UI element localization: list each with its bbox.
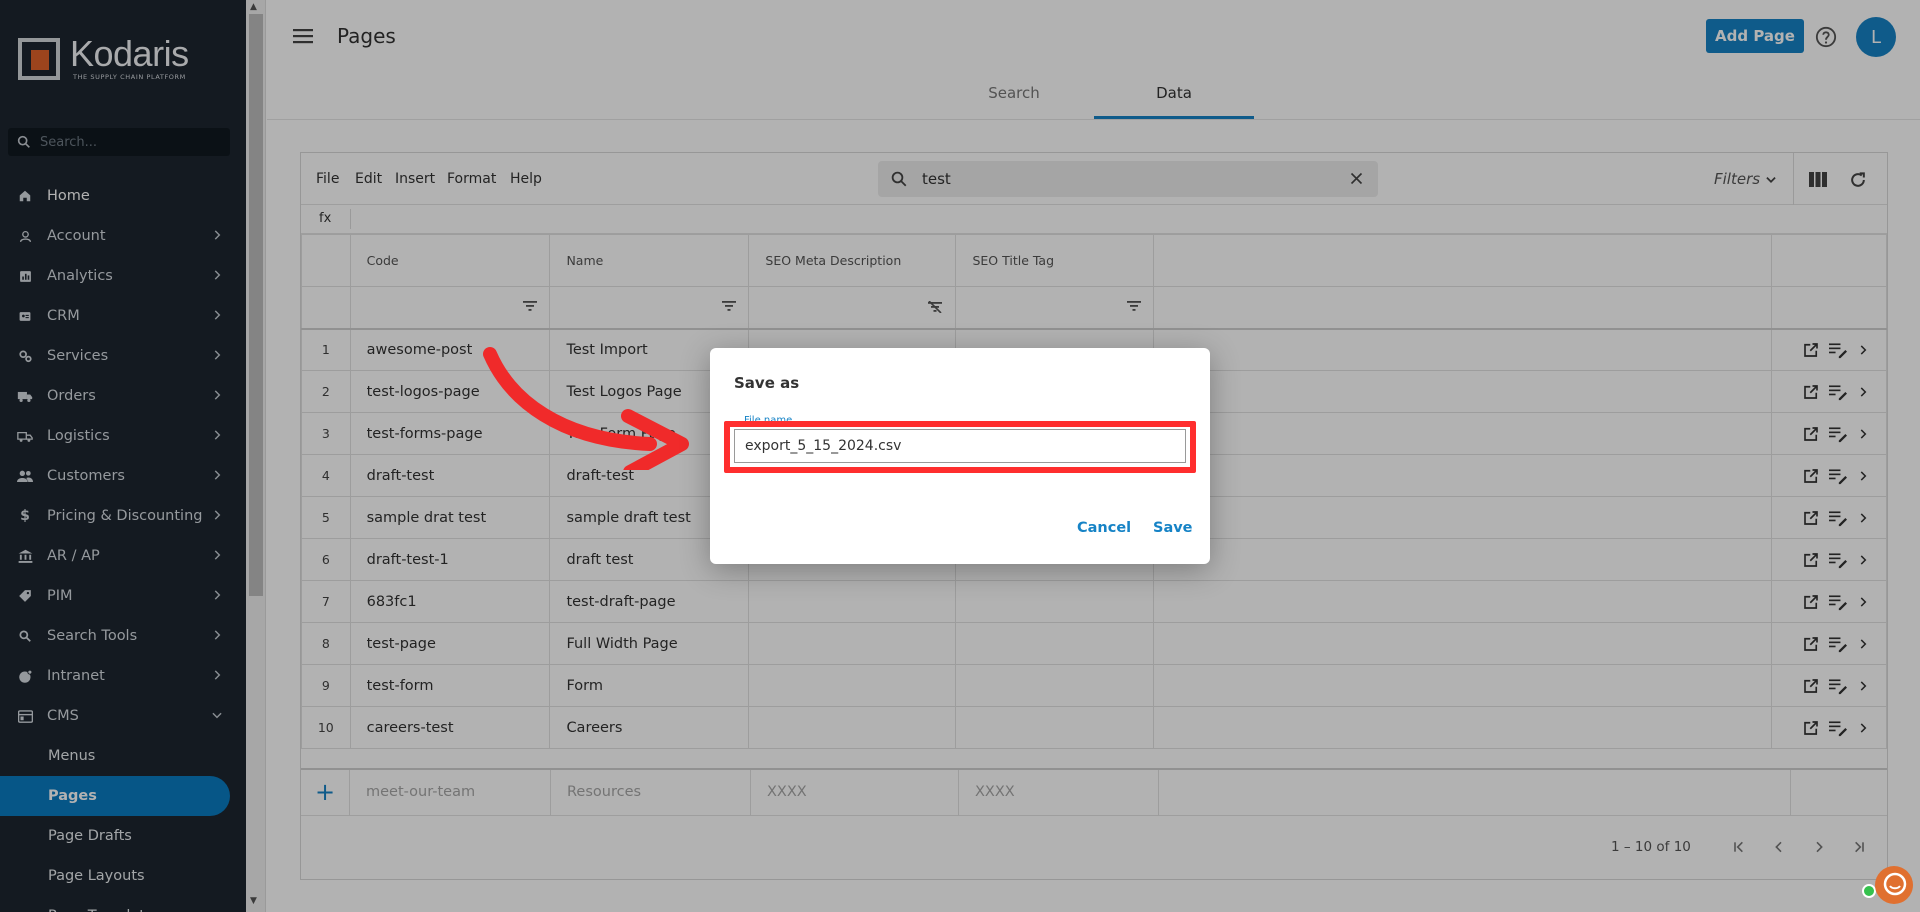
cancel-button[interactable]: Cancel xyxy=(1077,520,1131,536)
file-name-input[interactable] xyxy=(734,429,1186,463)
dialog-title: Save as xyxy=(734,374,800,392)
chat-bubble-icon xyxy=(1883,872,1907,896)
save-as-dialog: Save as File name Cancel Save xyxy=(710,348,1210,564)
tutorial-arrow-icon xyxy=(483,347,689,470)
chat-support-icon[interactable] xyxy=(1875,866,1913,904)
save-button[interactable]: Save xyxy=(1153,520,1193,536)
online-status-dot xyxy=(1862,884,1876,898)
